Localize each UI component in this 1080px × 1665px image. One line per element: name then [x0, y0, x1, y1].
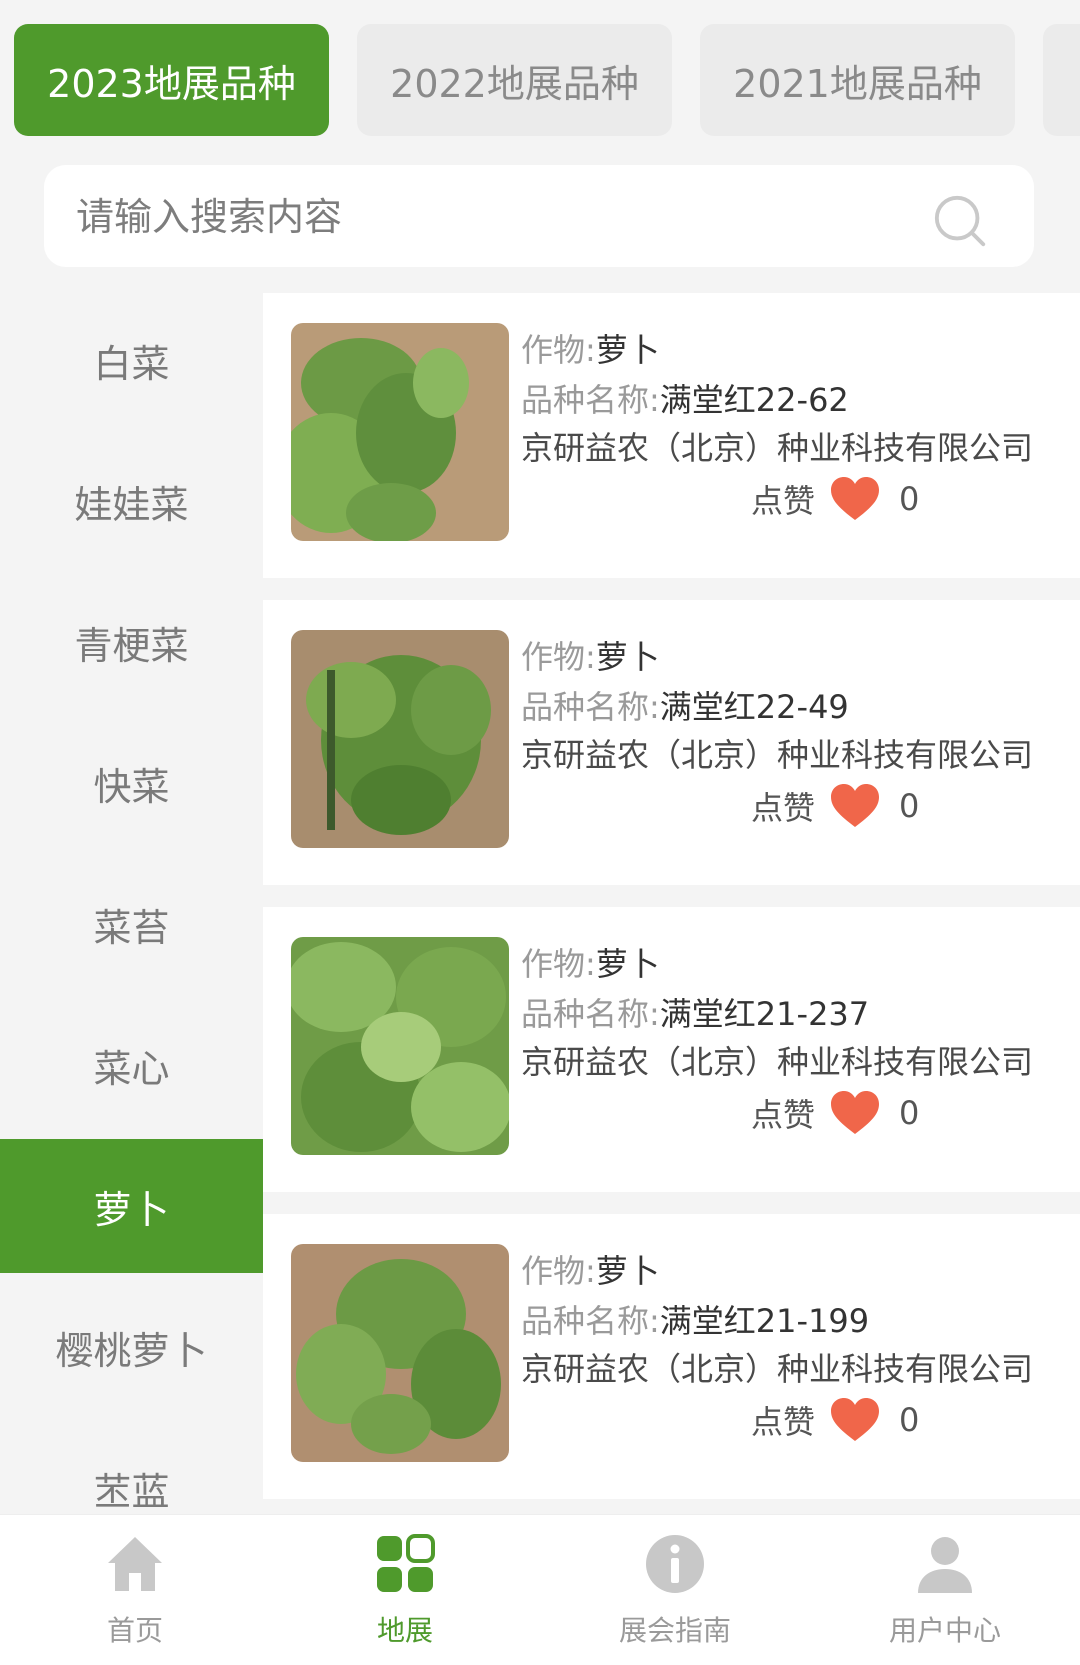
- like-label: 点赞: [751, 1403, 816, 1441]
- crop-value: 萝卜: [595, 638, 660, 676]
- crop-value: 萝卜: [595, 1252, 660, 1290]
- variety-value: 满堂红22-49: [659, 688, 849, 726]
- variety-value: 满堂红22-62: [659, 381, 849, 419]
- sidebar-item-wawacai[interactable]: 娃娃菜: [0, 434, 263, 568]
- tab-2022[interactable]: 2022地展品种: [357, 24, 672, 136]
- bottom-nav: 首页 地展 展会指南 用户中心: [0, 1514, 1080, 1665]
- list-item[interactable]: 作物:萝卜 品种名称:满堂红22-62 京研益农（北京）种业科技有限公司 点赞 …: [263, 293, 1080, 578]
- crop-value: 萝卜: [595, 331, 660, 369]
- variety-photo: [291, 323, 509, 541]
- variety-value: 满堂红21-199: [659, 1302, 870, 1340]
- sidebar-item-yingtao-luobo[interactable]: 樱桃萝卜: [0, 1280, 263, 1414]
- sidebar-item-luobo[interactable]: 萝卜: [0, 1139, 263, 1273]
- variety-value: 满堂红21-237: [659, 995, 870, 1033]
- like-count: 0: [899, 480, 920, 518]
- sidebar-item-kuaicai[interactable]: 快菜: [0, 716, 263, 850]
- sidebar-item-baicai[interactable]: 白菜: [0, 293, 263, 427]
- tab-2023[interactable]: 2023地展品种: [14, 24, 329, 136]
- like-row: 点赞 0: [751, 471, 919, 527]
- crop-line: 作物:萝卜: [521, 945, 660, 983]
- sidebar-item-caixin[interactable]: 菜心: [0, 998, 263, 1132]
- nav-label-home: 首页: [106, 1614, 163, 1647]
- variety-line: 品种名称:满堂红22-49: [521, 688, 849, 726]
- nav-guide[interactable]: 展会指南: [540, 1515, 810, 1665]
- grid-icon: [377, 1534, 435, 1592]
- variety-photo: [291, 630, 509, 848]
- company-name: 京研益农（北京）种业科技有限公司: [521, 429, 1034, 467]
- list-item[interactable]: 作物:萝卜 品种名称:满堂红21-199 京研益农（北京）种业科技有限公司 点赞…: [263, 1214, 1080, 1499]
- nav-label-guide: 展会指南: [618, 1614, 731, 1647]
- like-label: 点赞: [751, 789, 816, 827]
- nav-home[interactable]: 首页: [0, 1515, 270, 1665]
- list-item[interactable]: 作物:萝卜 品种名称:满堂红21-237 京研益农（北京）种业科技有限公司 点赞…: [263, 907, 1080, 1192]
- heart-icon[interactable]: [829, 476, 881, 522]
- nav-user-center[interactable]: 用户中心: [810, 1515, 1080, 1665]
- like-count: 0: [899, 1401, 920, 1439]
- heart-icon[interactable]: [829, 783, 881, 829]
- company-name: 京研益农（北京）种业科技有限公司: [521, 1350, 1034, 1388]
- crop-line: 作物:萝卜: [521, 1252, 660, 1290]
- search-icon[interactable]: [932, 193, 990, 251]
- tab-more[interactable]: [1043, 24, 1080, 136]
- variety-photo: [291, 937, 509, 1155]
- nav-dizhan[interactable]: 地展: [270, 1515, 540, 1665]
- variety-list: 作物:萝卜 品种名称:满堂红22-62 京研益农（北京）种业科技有限公司 点赞 …: [263, 293, 1080, 1515]
- variety-line: 品种名称:满堂红21-199: [521, 1302, 870, 1340]
- like-count: 0: [899, 1094, 920, 1132]
- nav-label-dizhan: 地展: [376, 1614, 433, 1647]
- variety-photo: [291, 1244, 509, 1462]
- category-sidebar: 白菜 娃娃菜 青梗菜 快菜 菜苔 菜心 萝卜 樱桃萝卜 苤蓝: [0, 293, 263, 1515]
- sidebar-item-pielan[interactable]: 苤蓝: [0, 1421, 263, 1515]
- crop-value: 萝卜: [595, 945, 660, 983]
- variety-line: 品种名称:满堂红21-237: [521, 995, 870, 1033]
- like-row: 点赞 0: [751, 778, 919, 834]
- crop-line: 作物:萝卜: [521, 638, 660, 676]
- like-label: 点赞: [751, 482, 816, 520]
- year-tabs: 2023地展品种 2022地展品种 2021地展品种: [0, 0, 1080, 160]
- like-count: 0: [899, 787, 920, 825]
- company-name: 京研益农（北京）种业科技有限公司: [521, 1043, 1034, 1081]
- sidebar-item-caitai[interactable]: 菜苔: [0, 857, 263, 991]
- tab-2021[interactable]: 2021地展品种: [700, 24, 1015, 136]
- crop-line: 作物:萝卜: [521, 331, 660, 369]
- list-item[interactable]: 作物:萝卜 品种名称:满堂红22-49 京研益农（北京）种业科技有限公司 点赞 …: [263, 600, 1080, 885]
- search-input[interactable]: [74, 165, 958, 269]
- like-row: 点赞 0: [751, 1392, 919, 1448]
- variety-line: 品种名称:满堂红22-62: [521, 381, 849, 419]
- heart-icon[interactable]: [829, 1090, 881, 1136]
- home-icon: [108, 1537, 162, 1591]
- company-name: 京研益农（北京）种业科技有限公司: [521, 736, 1034, 774]
- like-label: 点赞: [751, 1096, 816, 1134]
- heart-icon[interactable]: [829, 1397, 881, 1443]
- search-bar: [44, 165, 1034, 269]
- user-icon: [918, 1537, 972, 1593]
- like-row: 点赞 0: [751, 1085, 919, 1141]
- sidebar-item-qinggengcai[interactable]: 青梗菜: [0, 575, 263, 709]
- info-icon: [646, 1535, 704, 1593]
- nav-label-user-center: 用户中心: [888, 1614, 1001, 1647]
